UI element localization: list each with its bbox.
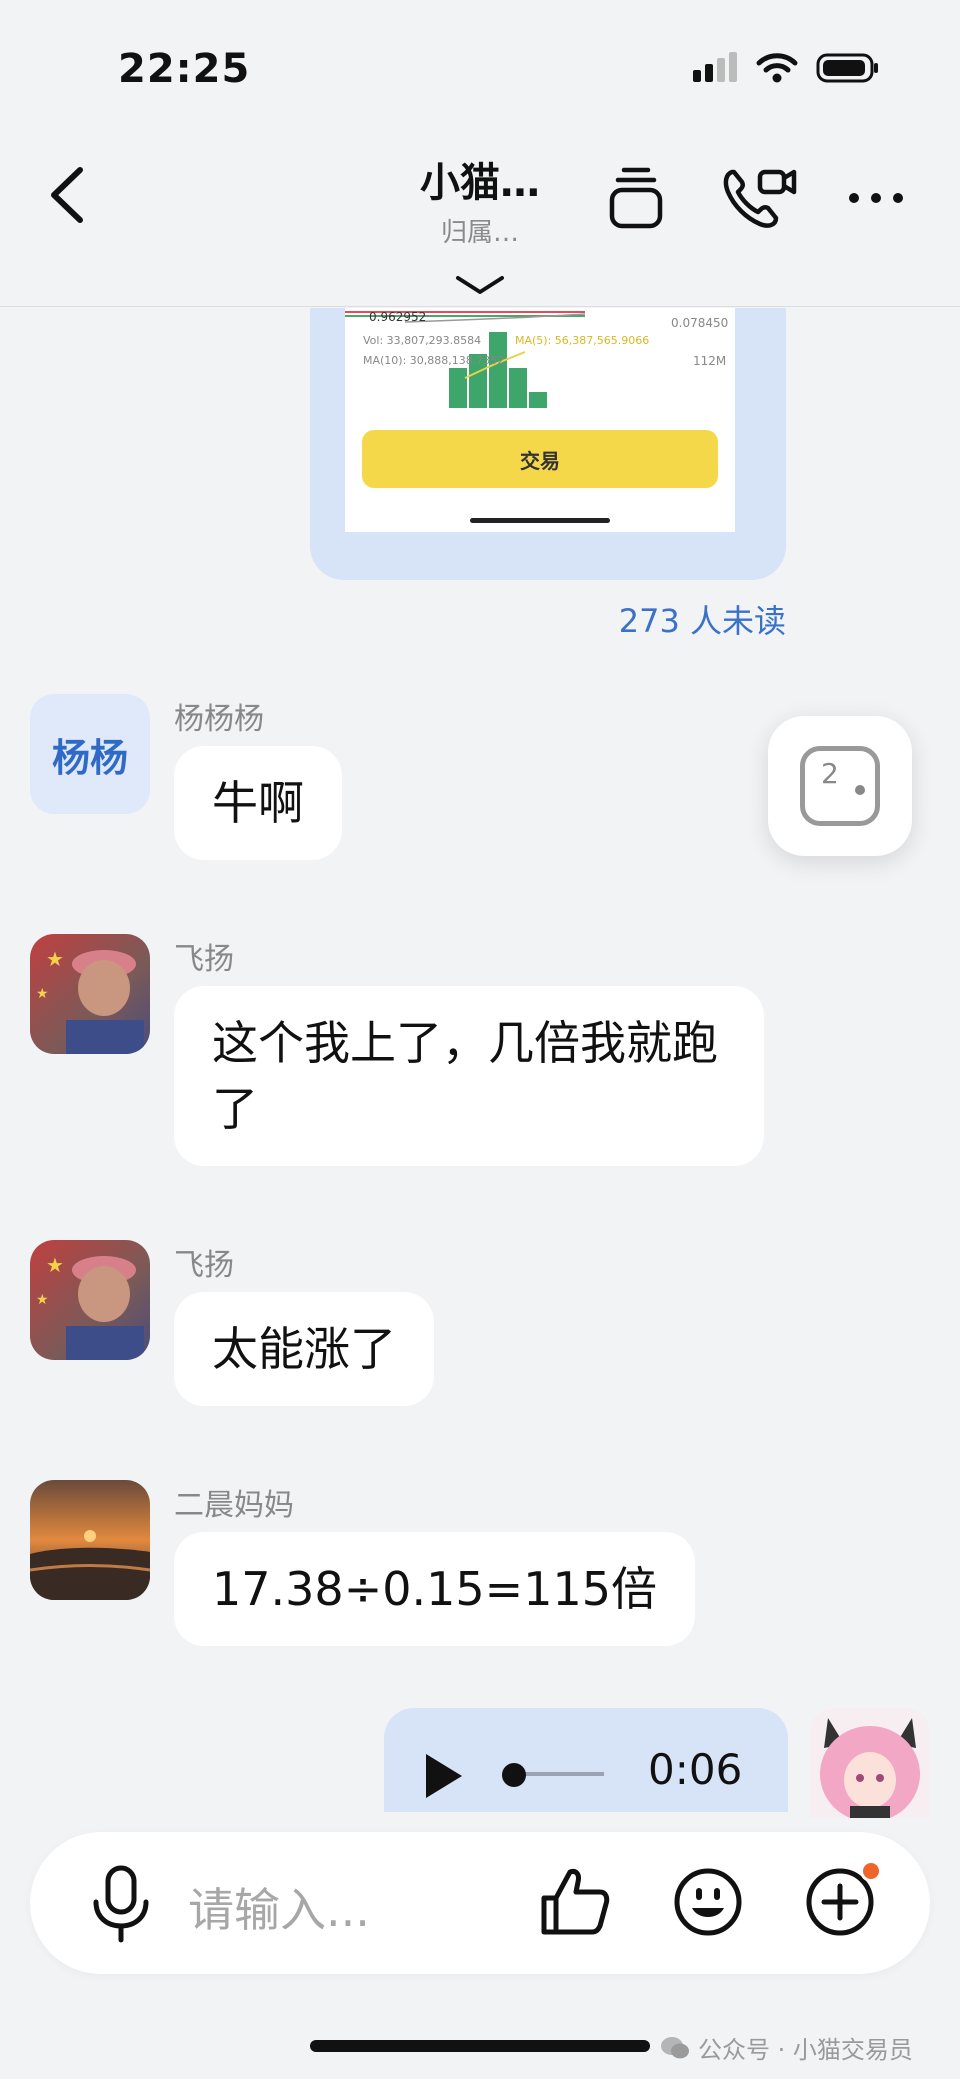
svg-text:★: ★ (36, 986, 49, 1002)
anime-avatar-icon (810, 1708, 930, 1818)
user-photo-icon: ★ ★ (30, 934, 150, 1054)
input-bar (30, 1832, 930, 1974)
bubble-count-icon: 2 (800, 746, 880, 826)
avatar[interactable]: ★ ★ (30, 934, 150, 1054)
avatar[interactable]: ★ ★ (30, 1240, 150, 1360)
status-icons (692, 52, 880, 84)
chevron-down-icon[interactable] (452, 270, 508, 298)
sender-name: 飞扬 (174, 1248, 234, 1283)
message-input[interactable]: 请输入... (188, 1874, 370, 1940)
svg-text:★: ★ (46, 947, 64, 971)
sunset-photo-icon (30, 1480, 150, 1600)
svg-text:★: ★ (46, 1253, 64, 1277)
message-bubble[interactable]: 牛啊 (174, 746, 342, 860)
user-photo-icon: ★ ★ (30, 1240, 150, 1360)
screenshot-home-bar (470, 518, 610, 523)
wifi-icon (756, 53, 798, 83)
price-label: 0.962952 (369, 310, 427, 324)
more-icon[interactable] (846, 162, 906, 232)
watermark-text: 公众号 · 小猫交易员 (698, 2036, 913, 2064)
ma10-line: MA(10): 30,888,138.7352 (363, 354, 505, 367)
right-value-2: 112M (693, 354, 727, 368)
vol-line: Vol: 33,807,293.8584 (363, 334, 482, 347)
floating-button[interactable]: 2 (768, 716, 912, 856)
sender-name: 二晨妈妈 (174, 1488, 294, 1523)
svg-text:★: ★ (36, 1292, 49, 1308)
message-bubble[interactable]: 太能涨了 (174, 1292, 434, 1406)
avatar[interactable] (30, 1480, 150, 1600)
unread-count[interactable]: 273 人未读 (560, 596, 786, 642)
voice-duration: 0:06 (648, 1745, 743, 1794)
watermark: 公众号 · 小猫交易员 (660, 2030, 913, 2065)
thumbs-up-icon[interactable] (538, 1864, 612, 1938)
home-indicator (310, 2040, 650, 2052)
message-bubble[interactable]: 这个我上了，几倍我就跑了 (174, 986, 764, 1166)
sender-name: 杨杨杨 (174, 702, 264, 737)
message-bubble[interactable]: 17.38÷0.15=115倍 (174, 1532, 695, 1646)
status-time: 22:25 (118, 46, 251, 92)
notification-dot (860, 1860, 882, 1882)
play-icon[interactable] (422, 1752, 466, 1800)
chart-screenshot[interactable]: 0.962952 Vol: 33,807,293.8584 MA(5): 56,… (345, 308, 735, 532)
wechat-icon (661, 2036, 689, 2058)
avatar[interactable]: 杨杨 (30, 694, 150, 814)
video-call-icon[interactable] (718, 162, 798, 232)
chat-title[interactable]: 小猫… (0, 150, 960, 208)
sender-name: 飞扬 (174, 942, 234, 977)
trade-button: 交易 (362, 430, 718, 488)
voice-progress-handle[interactable] (502, 1763, 526, 1787)
ma5-line: MA(5): 56,387,565.9066 (515, 334, 650, 347)
microphone-icon[interactable] (86, 1862, 156, 1946)
emoji-icon[interactable] (672, 1866, 744, 1938)
my-avatar[interactable] (810, 1708, 930, 1818)
signal-icon (693, 52, 737, 82)
battery-icon (816, 53, 878, 83)
chat-subtitle: 归属… (440, 218, 519, 248)
float-count: 2 (821, 757, 839, 790)
layers-icon[interactable] (604, 162, 668, 232)
right-value-1: 0.078450 (671, 316, 729, 330)
